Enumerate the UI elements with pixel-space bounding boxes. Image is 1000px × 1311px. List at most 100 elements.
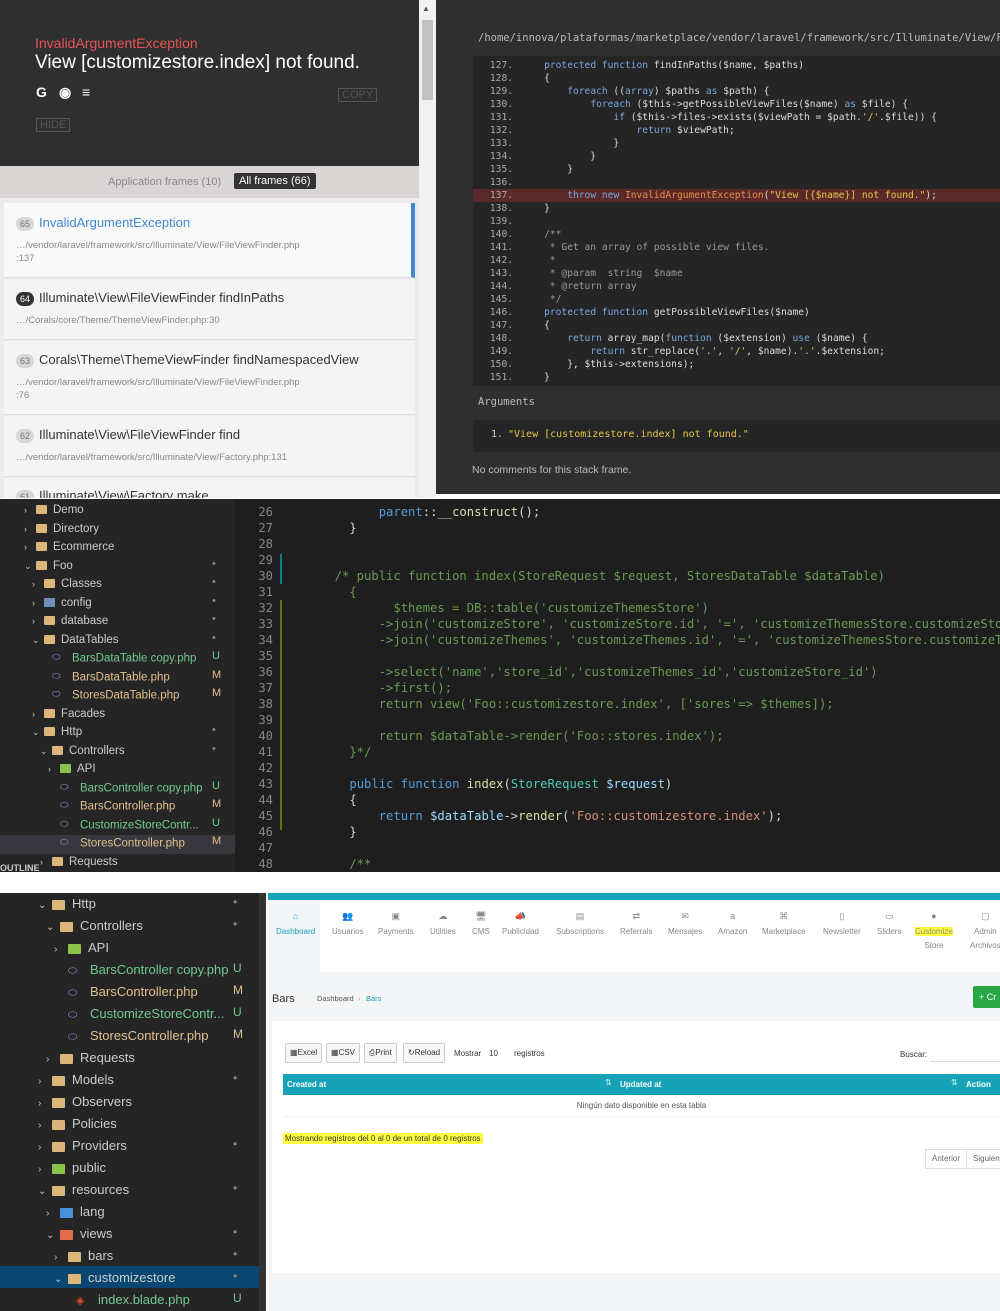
tree-file-storescontroller-php[interactable]: ⬭ StoresController.php — [48, 834, 185, 853]
tree-folder-controllers[interactable]: ⌄ Controllers — [40, 742, 125, 761]
tree-folder-observers[interactable]: › Observers — [38, 1091, 132, 1113]
tab-all-frames[interactable]: All frames (66) — [234, 173, 316, 189]
nav-item-dashboard[interactable]: ⌂ Dashboard — [276, 911, 315, 937]
tree-folder-policies[interactable]: › Policies — [38, 1113, 117, 1135]
nav-label: Subscriptions — [556, 927, 605, 936]
tree-folder-api[interactable]: › API — [48, 760, 96, 779]
sort-icon[interactable]: ⇅ — [605, 1078, 612, 1087]
google-search-icon[interactable]: G — [36, 84, 47, 100]
tree-folder-lang[interactable]: › lang — [46, 1201, 105, 1223]
tree-folder-database[interactable]: › database — [32, 612, 108, 631]
nav-item-customize[interactable]: ● Customize Store — [915, 911, 953, 955]
php-file-icon: ⬭ — [60, 818, 69, 830]
git-status-badge: • — [233, 1181, 238, 1195]
git-status-badge: • — [212, 724, 216, 736]
line-number: 27 — [258, 521, 273, 535]
length-select[interactable]: 10 — [489, 1049, 498, 1058]
nav-item-publicidad[interactable]: 📣 Publicidad — [502, 911, 539, 937]
stack-frame[interactable]: 65 InvalidArgumentException …/vendor/lara… — [4, 203, 415, 278]
tree-file-barsdatatable-php[interactable]: ⬭ BarsDataTable.php — [40, 668, 170, 687]
pager-next[interactable]: Siguiente — [966, 1149, 1000, 1169]
nav-item-marketplace[interactable]: ⌘ Marketplace — [762, 911, 806, 937]
code-line: 134. } — [473, 150, 1000, 163]
nav-item-utilities[interactable]: ☁ Utilities — [430, 911, 456, 937]
stack-frame[interactable]: 64 Illuminate\View\FileViewFinder findInP… — [4, 279, 415, 340]
tree-folder-public[interactable]: › public — [38, 1157, 106, 1179]
tree-folder-facades[interactable]: › Facades — [32, 705, 105, 724]
tree-item-label: Controllers — [69, 744, 125, 757]
tree-folder-models[interactable]: › Models — [38, 1069, 114, 1091]
tree-file-customizestorecontr[interactable]: ⬭ CustomizeStoreContr... — [48, 816, 199, 835]
tree-folder-resources[interactable]: ⌄ resources — [38, 1179, 129, 1201]
tree-folder-http[interactable]: ⌄ Http — [38, 893, 96, 915]
breadcrumb-dashboard[interactable]: Dashboard — [317, 994, 354, 1003]
tree-folder-requests[interactable]: › Requests — [40, 853, 118, 872]
sort-icon[interactable]: ⇅ — [951, 1078, 958, 1087]
line-text: } — [320, 521, 357, 535]
tree-file-index-blade-php[interactable]: ◈ index.blade.php — [62, 1289, 190, 1311]
outline-section[interactable]: OUTLINE — [0, 863, 40, 872]
excel-button[interactable]: ▦Excel — [285, 1043, 323, 1063]
tree-folder-views[interactable]: ⌄ views — [46, 1223, 113, 1245]
frame-file-path[interactable]: /home/innova/plataformas/marketplace/ven… — [478, 32, 1000, 44]
length-suffix: registros — [514, 1049, 545, 1058]
stack-frame[interactable]: 63 Corals\Theme\ThemeViewFinder findNames… — [4, 341, 415, 415]
tree-folder-bars[interactable]: › bars — [54, 1245, 113, 1267]
tree-file-barsdatatable-copy-php[interactable]: ⬭ BarsDataTable copy.php — [40, 649, 196, 668]
nav-item-usuarios[interactable]: 👥 Usuarios — [332, 911, 364, 937]
tree-folder-requests[interactable]: › Requests — [46, 1047, 135, 1069]
code-line: 40 return $dataTable->render('Foo::store… — [235, 728, 1000, 744]
csv-button[interactable]: ▦CSV — [326, 1043, 361, 1063]
nav-item-amazon[interactable]: a Amazon — [718, 911, 747, 937]
git-status-badge: • — [233, 917, 238, 931]
nav-item-referrals[interactable]: ⇄ Referrals — [620, 911, 652, 937]
hide-button[interactable]: HIDE — [36, 118, 71, 132]
tree-folder-classes[interactable]: › Classes — [32, 575, 102, 594]
tree-folder-foo[interactable]: ⌄ Foo — [24, 557, 73, 576]
stack-frame[interactable]: 62 Illuminate\View\FileViewFinder find …/… — [4, 416, 415, 477]
pager-previous[interactable]: Anterior — [925, 1149, 968, 1169]
tree-folder-config[interactable]: › config — [32, 594, 92, 613]
tree-folder-demo[interactable]: › Demo — [24, 501, 84, 520]
tree-file-storesdatatable-php[interactable]: ⬭ StoresDataTable.php — [40, 686, 179, 705]
tree-folder-api[interactable]: › API — [54, 937, 109, 959]
explorer-scrollbar[interactable] — [259, 893, 266, 1311]
tree-folder-directory[interactable]: › Directory — [24, 520, 99, 539]
tree-folder-http[interactable]: ⌄ Http — [32, 723, 82, 742]
column-created-at[interactable]: Created at — [287, 1080, 326, 1089]
search-input[interactable] — [930, 1044, 1000, 1062]
nav-item-cms[interactable]: 🖥 CMS — [472, 911, 490, 937]
copy-button[interactable]: COPY — [338, 88, 378, 102]
tree-file-barscontroller-copy-php[interactable]: ⬭ BarsController copy.php — [48, 779, 203, 798]
stackoverflow-search-icon[interactable]: ≡ — [82, 84, 90, 100]
tree-file-barscontroller-copy-php[interactable]: ⬭ BarsController copy.php — [54, 959, 229, 981]
tab-application-frames[interactable]: Application frames (10) — [108, 176, 221, 188]
tree-folder-datatables[interactable]: ⌄ DataTables — [32, 631, 119, 650]
create-button[interactable]: + Cr — [973, 986, 1000, 1008]
nav-label: Customize — [915, 927, 953, 936]
tree-file-barscontroller-php[interactable]: ⬭ BarsController.php — [54, 981, 198, 1003]
php-file-icon: ⬭ — [60, 800, 69, 811]
duckduckgo-search-icon[interactable]: ◉ — [59, 84, 71, 101]
nav-item-payments[interactable]: ▣ Payments — [378, 911, 414, 937]
tree-file-barscontroller-php[interactable]: ⬭ BarsController.php — [48, 797, 175, 816]
line-number: 42 — [258, 761, 273, 775]
nav-item-sliders[interactable]: ▭ Sliders — [877, 911, 901, 937]
reload-button[interactable]: ↻Reload — [403, 1043, 446, 1063]
tree-file-customizestorecontr[interactable]: ⬭ CustomizeStoreContr... — [54, 1003, 224, 1025]
nav-item-admin[interactable]: ▢ Admin Archivos — [970, 911, 1000, 955]
nav-item-newsletter[interactable]: ▯ Newsletter — [823, 911, 861, 937]
tree-folder-controllers[interactable]: ⌄ Controllers — [46, 915, 143, 937]
tree-folder-ecommerce[interactable]: › Ecommerce — [24, 538, 114, 557]
scroll-up-arrow-icon[interactable]: ▲ — [422, 4, 430, 13]
tree-folder-customizestore[interactable]: ⌄ customizestore — [54, 1267, 175, 1289]
nav-item-mensajes[interactable]: ✉ Mensajes — [668, 911, 702, 937]
frames-scrollbar-thumb[interactable] — [422, 20, 433, 100]
tree-folder-providers[interactable]: › Providers — [38, 1135, 127, 1157]
tree-file-storescontroller-php[interactable]: ⬭ StoresController.php — [54, 1025, 209, 1047]
tree-item-label: Ecommerce — [53, 541, 115, 553]
nav-item-subscriptions[interactable]: ▤ Subscriptions — [556, 911, 604, 937]
stack-frame[interactable]: 61 Illuminate\View\Factory make — [4, 478, 415, 498]
print-button[interactable]: ⎙Print — [364, 1043, 397, 1063]
column-updated-at[interactable]: Updated at — [620, 1080, 661, 1089]
